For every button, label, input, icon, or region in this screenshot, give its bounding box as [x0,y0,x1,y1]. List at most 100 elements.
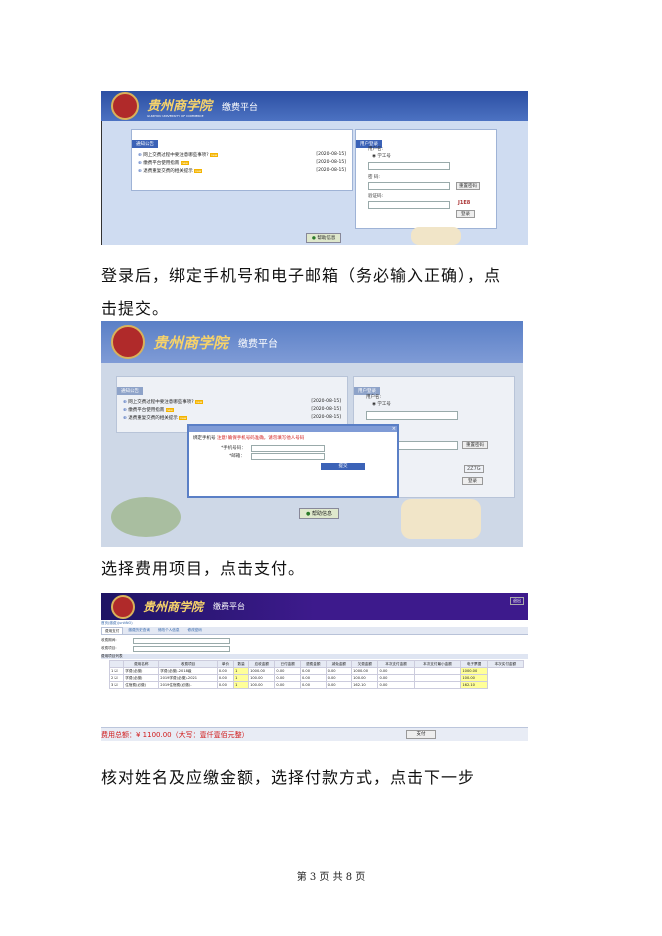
notice-item[interactable]: ⊕ 缴费平台使用指南 new [2020-08-15] [123,407,341,413]
notice-item[interactable]: ⊕ 网上交费过程中要注意哪些事项? new [2020-08-15] [138,152,346,158]
login-button[interactable]: 登录 [456,210,475,218]
column-header: 本次支付金额 [377,660,415,668]
tab-0[interactable]: 费用支付 [101,627,124,634]
notice-item[interactable]: ⊕ 退费重复交费的相关提示 new [2020-08-15] [138,168,346,174]
column-header: 单价 [216,660,235,668]
checkbox-icon[interactable]: ☑ [114,683,117,687]
notice-title-wrap: ⊕ 网上交费过程中要注意哪些事项? new [123,399,204,405]
platform-title: 缴费平台 [222,102,259,113]
column-header: 欠费金额 [351,660,379,668]
table-cell: 0.00 [216,674,235,682]
dialog-title: 绑定手机号 [193,436,216,441]
total-value: ¥ 1100.00（大写：壹仟壹佰元整） [136,731,249,739]
checkbox-icon[interactable]: ☑ [114,669,117,673]
new-badge: new [194,169,203,173]
column-header: 减免金额 [325,660,353,668]
row-checkbox-cell[interactable]: 2 ☑ [108,674,125,682]
table-cell: 0.00 [274,674,301,682]
row-checkbox-cell[interactable]: 3 ☑ [108,681,125,689]
submit-button[interactable]: 提交 [321,463,365,470]
tab-bar: 费用支付 缴费历史查询 修改个人信息 修改密码 [101,627,528,635]
notice-title-wrap: ⊕ 缴费平台使用指南 new [123,407,174,413]
dialog-caption: 绑定手机号 注意!确保手机号码准确，请勿填写他人号码 [193,435,304,441]
table-cell: 0.00 [325,667,353,675]
row-index: 3 [111,683,114,687]
username-input[interactable] [368,162,450,170]
screenshot-fee-payment: 贵州商学院 缴费平台 退出 首页(缴费)(unitNO) 费用支付 缴费历史查询修… [101,593,528,743]
notice-item[interactable]: ⊕ 网上交费过程中要注意哪些事项? new [2020-08-15] [123,399,341,405]
table-cell: 0.00 [299,681,327,689]
table-row[interactable]: 3 ☑ 住宿费(必缴) 2019住宿费(必缴)- 0.00 1 100.00 0.00 0.0… [108,681,524,689]
dialog-titlebar [189,426,397,432]
captcha-input[interactable] [368,201,450,209]
reset-password-button[interactable]: 重置密码 [456,182,480,190]
site-header: 贵州商学院 缴费平台 [101,321,523,363]
radio-label: 学工号 [377,402,391,407]
usertype-radio[interactable]: ◉ 学工号 [372,153,391,159]
tab-1[interactable]: 缴费历史查询 [125,627,153,634]
row-index: 1 [111,669,114,673]
filter-item-select[interactable] [133,646,230,652]
instruction-paragraph-1: 登录后，绑定手机号和电子邮箱（务必输入正确），点 [101,266,502,285]
pay-button[interactable]: 支付 [406,730,436,739]
table-cell: 0.00 [299,674,327,682]
school-name-en: GUIZHOU UNIVERSITY OF COMMERCE [147,113,204,118]
table-cell: 0.00 [274,667,301,675]
notice-date: [2020-08-15] [316,152,346,157]
close-icon[interactable]: × [392,426,396,432]
screenshot-login-page: 贵州商学院 GUIZHOU UNIVERSITY OF COMMERCE 缴费平… [101,91,528,245]
reset-password-button[interactable]: 重置密码 [462,441,488,449]
usertype-radio[interactable]: ◉ 学工号 [372,401,391,407]
instruction-paragraph-1b: 击提交。 [101,299,170,318]
cartoon-decoration [401,499,481,539]
notice-item[interactable]: ⊕ 退费重复交费的相关提示 new [2020-08-15] [123,415,341,421]
table-cell: 学费(必缴) [123,674,160,682]
column-header: 本次实付金额 [486,660,525,668]
help-label: 帮助信息 [317,236,336,241]
notice-header: 通知公告 [117,387,143,395]
site-header: 贵州商学院 GUIZHOU UNIVERSITY OF COMMERCE 缴费平… [101,91,528,121]
table-cell: 2019学费(必缴)-2021 [158,674,218,682]
tab-3[interactable]: 修改密码 [185,627,205,634]
table-cell: 1000.00 [460,667,488,675]
instruction-paragraph-3: 核对姓名及应缴金额，选择付款方式，点击下一步 [101,768,476,787]
table-cell: 0.00 [216,681,235,689]
captcha-image: J1E8 [458,200,471,206]
column-header: 数量 [233,660,250,668]
checkbox-icon[interactable]: ☑ [114,676,117,680]
notice-date: [2020-08-15] [311,407,341,412]
login-button[interactable]: 登录 [462,477,483,485]
total-label: 费用总额： [101,731,136,739]
table-cell: 162.10 [460,681,488,689]
notice-title: 缴费平台使用指南 [128,408,165,413]
new-badge: new [180,161,189,165]
phone-input[interactable] [251,445,325,452]
username-label: 用户名: [368,147,384,152]
column-header: 收费项目 [158,660,218,668]
filter-period-select[interactable] [133,638,230,644]
notice-title: 网上交费过程中要注意哪些事项? [128,400,194,405]
username-input[interactable] [366,411,458,420]
help-button[interactable]: ● 帮助信息 [299,508,339,519]
table-cell: 0.00 [377,674,415,682]
tab-2[interactable]: 修改个人信息 [155,627,183,634]
notice-title: 缴费平台使用指南 [143,161,180,166]
table-cell [413,667,462,675]
table-row[interactable]: 1 ☑ 学费(必缴) 学费(必缴)-2018级 0.00 1 1000.00 0.00 0.0… [108,667,524,675]
login-panel: 用户登录 用户名: ◉ 学工号 密 码: 重置密码 验证码: J1E8 登录 [355,129,497,229]
notice-panel: 通知公告 ⊕ 网上交费过程中要注意哪些事项? new [2020-08-15] ⊕ … [131,129,353,191]
table-cell: 1 [233,667,250,675]
dialog-hint: 注意!确保手机号码准确，请勿填写他人号码 [216,436,305,441]
help-button[interactable]: ● 帮助信息 [306,233,342,243]
table-cell: 0.00 [325,681,353,689]
notice-item[interactable]: ⊕ 缴费平台使用指南 new [2020-08-15] [138,160,346,166]
screenshot-bind-phone: 贵州商学院 缴费平台 通知公告 ⊕ 网上交费过程中要注意哪些事项? new [20… [101,321,523,547]
logout-button[interactable]: 退出 [510,597,524,605]
row-checkbox-cell[interactable]: 1 ☑ [108,667,125,675]
email-input[interactable] [251,453,325,460]
table-cell: 100.00 [248,674,276,682]
help-icon: ● [312,236,316,241]
table-row[interactable]: 2 ☑ 学费(必缴) 2019学费(必缴)-2021 0.00 1 100.00 0.00 0… [108,674,524,682]
password-input[interactable] [368,182,450,190]
table-cell: 0.00 [299,667,327,675]
